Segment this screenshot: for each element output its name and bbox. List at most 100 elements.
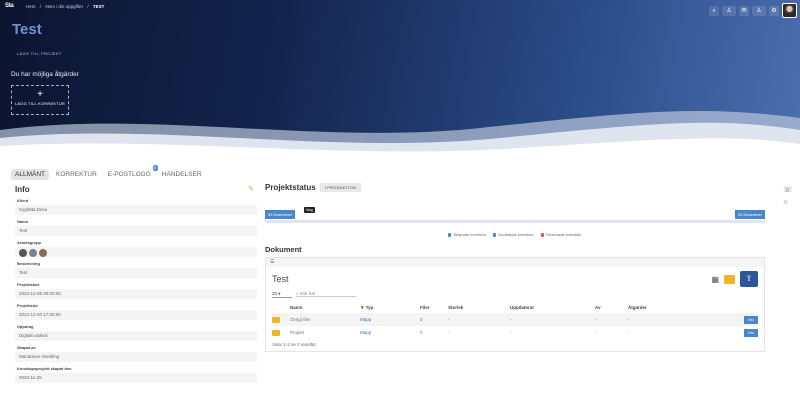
field-label: Beskrivning: [17, 261, 40, 266]
upload-icon[interactable]: ⇪: [740, 271, 758, 287]
breadcrumb-current: TEST: [92, 4, 105, 9]
col-button: [728, 302, 758, 313]
field-label: Kunskapsprojekt skapat den: [17, 366, 72, 371]
field-project-start: Projektstart 2022-12-05 00:00:00: [15, 282, 257, 299]
grid-view-icon[interactable]: ▦: [711, 275, 719, 284]
hero-banner: Sta Hem / Hem i din uppgifter / TEST ⌕ ♙…: [0, 0, 800, 160]
email-count-badge: 0: [152, 165, 158, 171]
field-value: 2022-11-25: [15, 373, 257, 383]
comment-icon[interactable]: ○: [783, 199, 792, 206]
cell-files: 0: [420, 313, 448, 326]
col-name[interactable]: Namn: [290, 302, 360, 313]
documents-table: Namn ▼ Typ Filer Storlek Uppdaterat Av Å…: [272, 302, 758, 339]
info-panel: Info ✎ Klient Kygfatta Desu Namn Test Ar…: [15, 185, 257, 383]
table-row[interactable]: Projekt Mapp 0 - - - - Info: [272, 326, 758, 339]
legend-created: Skapade korrektur: [448, 232, 486, 237]
cell-name[interactable]: Projekt: [290, 326, 360, 339]
folder-icon-cell: [272, 313, 290, 326]
user-icon[interactable]: ♙: [722, 5, 736, 16]
field-client: Klient Kygfatta Desu: [15, 198, 257, 215]
cell-files: 0: [420, 330, 423, 335]
tab-general[interactable]: ALLMÄNT: [11, 169, 49, 180]
add-project-link[interactable]: LÄGG TILL PROJEKT: [17, 51, 62, 56]
hero-waves: [0, 110, 800, 160]
today-tooltip: Idag: [304, 207, 315, 213]
side-icons: ☏ ○: [783, 186, 792, 206]
info-button[interactable]: Info: [744, 315, 758, 324]
field-label: Uppdrag: [17, 324, 34, 329]
search-icon[interactable]: ⌕: [709, 5, 719, 16]
menu-icon[interactable]: ☰: [266, 258, 764, 267]
avatar[interactable]: [19, 248, 27, 257]
col-type-label: Typ: [365, 305, 374, 310]
app-logo[interactable]: Sta: [5, 3, 14, 9]
tab-proofs[interactable]: KORREKTUR: [52, 169, 101, 180]
tab-email-log[interactable]: E-POSTLOGG 0: [104, 165, 158, 180]
col-size[interactable]: Storlek: [448, 302, 510, 313]
chat-support-icon[interactable]: ☏: [783, 186, 792, 194]
field-assignment: Uppdrag Digitalt utskick: [15, 324, 257, 341]
breadcrumb-tasks[interactable]: Hem i din uppgifter: [45, 4, 83, 9]
legend-approved: Godkända korrektur: [493, 232, 533, 237]
field-label: Projektslut: [17, 303, 38, 308]
new-folder-icon[interactable]: [724, 274, 735, 284]
folder-icon-cell: [272, 326, 290, 339]
field-value: Mandatore Workling: [15, 352, 257, 362]
col-files[interactable]: Filer: [420, 302, 448, 313]
cell-actions: -: [628, 330, 630, 335]
field-value: Kygfatta Desu: [15, 205, 257, 215]
search-input[interactable]: ⌕ Sök här: [296, 291, 356, 297]
documents-inner: Test ▦ ⇪ 20 ▾ ⌕ Sök här Namn ▼ Typ Filer…: [266, 267, 764, 351]
field-label: Projektstart: [17, 282, 40, 287]
field-value: 2022-12-05 00:00:00: [15, 289, 257, 299]
page: Sta Hem / Hem i din uppgifter / TEST ⌕ ♙…: [0, 0, 800, 414]
field-value: Digitalt utskick: [15, 331, 257, 341]
field-value: Test: [15, 226, 257, 236]
cell-name[interactable]: Övrigt filer: [290, 313, 360, 326]
page-size-value: 20: [272, 290, 278, 296]
bell-icon[interactable]: ✉: [739, 5, 749, 16]
results-count: Visar 1-2 av 2 resultat: [272, 342, 316, 347]
field-created-date: Kunskapsprojekt skapat den 2022-11-25: [15, 366, 257, 383]
field-created-by: Skapat av Mandatore Workling: [15, 345, 257, 362]
gear-icon[interactable]: ⚙: [769, 5, 779, 16]
field-label: Arbetsgrupp: [17, 240, 41, 245]
plus-icon: +: [37, 89, 43, 100]
project-timeline: 05 December Idag 20 December: [265, 203, 765, 227]
field-label: Klient: [17, 198, 29, 203]
field-label: Namn: [17, 219, 29, 224]
pencil-icon[interactable]: ✎: [248, 185, 254, 193]
col-type[interactable]: ▼ Typ: [360, 302, 420, 313]
breadcrumb-sep: /: [39, 4, 42, 9]
cell-updated: -: [510, 330, 512, 335]
timeline-bar: [265, 220, 765, 223]
breadcrumb-home[interactable]: Hem: [26, 4, 36, 9]
add-proof-label: LÄGG TILL KORREKTUR: [14, 101, 66, 106]
users-icon[interactable]: ♙: [752, 5, 766, 16]
add-proof-button[interactable]: + LÄGG TILL KORREKTUR: [11, 85, 69, 115]
field-value: 2022-12-20 17:00:00: [15, 310, 257, 320]
info-button[interactable]: Info: [744, 328, 758, 337]
col-by[interactable]: Av: [595, 302, 628, 313]
field-project-end: Projektslut 2022-12-20 17:00:00: [15, 303, 257, 320]
page-size-select[interactable]: 20 ▾: [272, 291, 292, 298]
folder-icon: [272, 329, 280, 336]
cell-size: -: [448, 330, 450, 335]
folder-actions: ▦ ⇪: [711, 271, 758, 287]
breadcrumb-sep: /: [87, 4, 89, 9]
avatar[interactable]: [29, 248, 37, 257]
table-row[interactable]: Övrigt filer Mapp 0 - - - - Info: [272, 313, 758, 326]
tab-events[interactable]: HÄNDELSER: [158, 169, 206, 180]
cell-actions: -: [628, 313, 728, 326]
field-description: Beskrivning Test: [15, 261, 257, 278]
page-title: Test: [12, 21, 42, 38]
user-avatar[interactable]: [782, 3, 797, 18]
avatar[interactable]: [39, 248, 47, 257]
timeline-start: 05 December: [265, 210, 296, 219]
table-header-row: Namn ▼ Typ Filer Storlek Uppdaterat Av Å…: [272, 302, 758, 313]
timeline-end: 20 December: [734, 210, 765, 219]
project-status-header: Projektstatus I PRODUKTION: [265, 183, 765, 192]
cell-by: -: [595, 313, 628, 326]
workgroup-avatars: [15, 247, 257, 257]
col-updated[interactable]: Uppdaterat: [510, 302, 595, 313]
